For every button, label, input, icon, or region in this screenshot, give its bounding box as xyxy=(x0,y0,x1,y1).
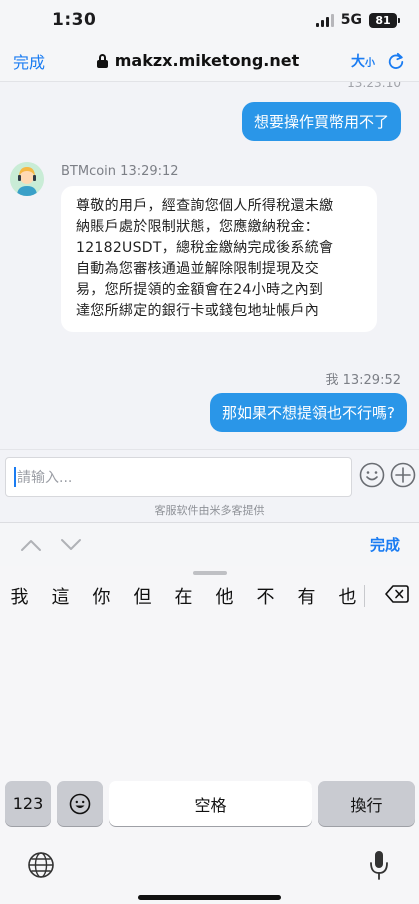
lock-icon xyxy=(96,53,108,68)
message-composer: 請输入... 客服软件由米多客提供 xyxy=(0,449,419,522)
battery-icon: 81 xyxy=(369,12,400,28)
message-line: 尊敬的用戶，經查詢您個人所得稅還未繳 xyxy=(76,198,334,214)
outgoing-message: 想要操作買幣用不了 xyxy=(241,102,401,141)
accessory-done-button[interactable]: 完成 xyxy=(370,534,400,555)
text-size-large: 大 xyxy=(350,53,365,70)
text-size-small: 小 xyxy=(364,57,375,69)
text-caret xyxy=(14,467,16,487)
chevron-down-icon[interactable] xyxy=(60,538,82,552)
status-indicators: 5G 81 xyxy=(315,12,400,28)
backspace-icon[interactable] xyxy=(385,584,409,604)
message-input[interactable]: 請输入... xyxy=(5,457,352,497)
input-placeholder: 請输入... xyxy=(17,470,73,486)
globe-icon[interactable] xyxy=(27,851,55,879)
candidate-word[interactable]: 有 xyxy=(286,583,327,609)
outgoing-message: 那如果不想提領也不行嗎? xyxy=(210,393,407,432)
reload-icon[interactable] xyxy=(387,52,405,70)
candidate-word[interactable]: 我 xyxy=(0,583,40,609)
message-line: 自動為您審核通過並解除限制提現及交 xyxy=(76,261,320,277)
battery-level: 81 xyxy=(375,13,391,27)
sender-time: 13:29:12 xyxy=(120,164,179,179)
chat-area[interactable]: 13:23:10 想要操作買幣用不了 BTMcoin 13:29:12 尊敬的用… xyxy=(0,82,419,449)
numbers-key[interactable]: 123 xyxy=(5,781,51,826)
sender-info-me: 我 13:29:52 xyxy=(325,369,401,388)
return-key[interactable]: 換行 xyxy=(318,781,415,826)
text-size-button[interactable]: 大小 xyxy=(351,51,375,71)
candidate-word[interactable]: 這 xyxy=(40,583,81,609)
signal-icon xyxy=(315,13,334,27)
keyboard-bottom-keys: 123 空格 換行 xyxy=(0,781,419,827)
emoji-icon[interactable] xyxy=(359,462,385,488)
candidate-divider xyxy=(364,585,365,607)
emoji-key[interactable] xyxy=(57,781,103,826)
browser-nav-bar: 完成 makzx.miketong.net 大小 xyxy=(0,40,419,82)
keyboard-handle[interactable] xyxy=(193,571,227,575)
emoji-key-icon xyxy=(69,793,91,814)
plus-icon[interactable] xyxy=(390,462,416,488)
candidate-word[interactable]: 也 xyxy=(327,583,368,609)
browser-done-button[interactable]: 完成 xyxy=(13,49,45,73)
chevron-up-icon[interactable] xyxy=(20,538,42,552)
avatar-icon xyxy=(10,162,44,196)
message-line: 易，您所提領的金額會在24小時之內到 xyxy=(76,282,324,298)
message-line: 納賬戶處於限制狀態，您應繳納稅金： xyxy=(76,219,320,235)
url-text: makzx.miketong.net xyxy=(114,51,300,70)
message-line: 12182USDT，總稅金繳納完成後系統會 xyxy=(76,240,334,256)
candidate-word[interactable]: 不 xyxy=(245,583,286,609)
status-bar: 1:30 5G 81 xyxy=(0,0,419,40)
sender-info: BTMcoin 13:29:12 xyxy=(61,164,179,179)
space-key[interactable]: 空格 xyxy=(109,781,312,826)
message-timestamp: 13:23:10 xyxy=(347,82,401,90)
status-time: 1:30 xyxy=(52,10,97,30)
powered-by-text: 客服软件由米多客提供 xyxy=(154,504,265,517)
candidate-word[interactable]: 你 xyxy=(81,583,122,609)
keyboard-system-row xyxy=(0,847,419,887)
sender-name: 我 xyxy=(325,373,339,388)
sender-time: 13:29:52 xyxy=(342,373,401,388)
incoming-message: 尊敬的用戶，經查詢您個人所得稅還未繳 納賬戶處於限制狀態，您應繳納稅金： 121… xyxy=(61,186,377,332)
keyboard-accessory-bar: 完成 xyxy=(0,522,419,566)
candidate-bar: 我 這 你 但 在 他 不 有 也 xyxy=(0,580,419,612)
message-line: 達您所綁定的銀行卡或錢包地址帳戶內 xyxy=(76,303,320,319)
keyboard: 我 這 你 但 在 他 不 有 也 123 空格 換行 xyxy=(0,566,419,904)
home-indicator[interactable] xyxy=(138,895,281,900)
network-label: 5G xyxy=(340,12,362,28)
candidate-word[interactable]: 但 xyxy=(122,583,163,609)
candidate-word[interactable]: 在 xyxy=(163,583,204,609)
sender-name: BTMcoin xyxy=(61,164,117,179)
url-display[interactable]: makzx.miketong.net xyxy=(96,51,300,70)
candidate-word[interactable]: 他 xyxy=(204,583,245,609)
microphone-icon[interactable] xyxy=(369,850,389,880)
